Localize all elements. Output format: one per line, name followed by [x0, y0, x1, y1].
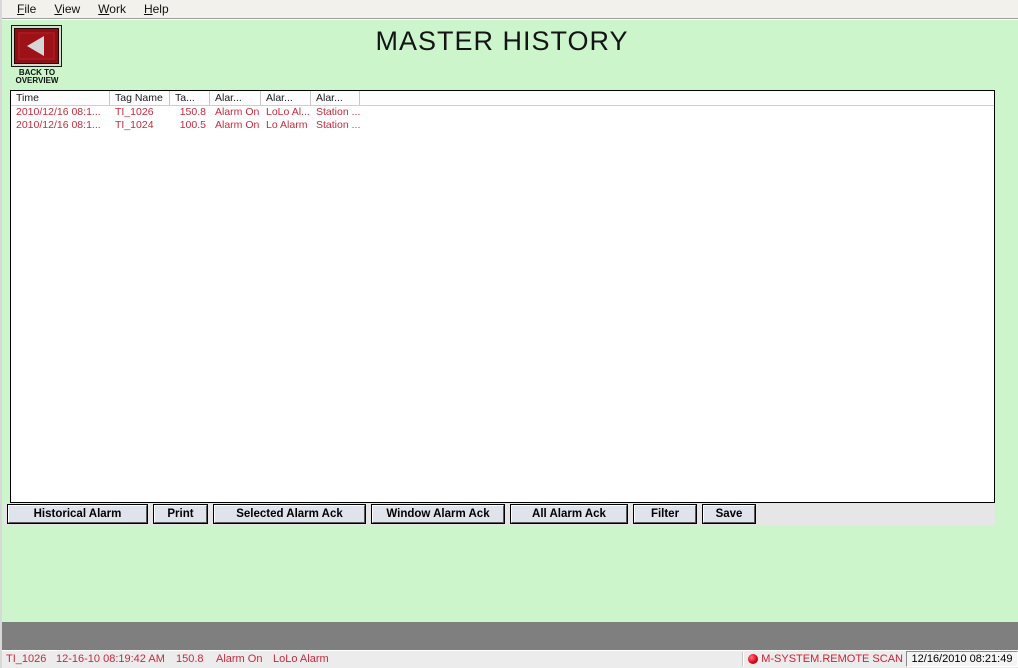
selected-alarm-ack-label: Selected Alarm Ack — [214, 505, 365, 523]
table-header-row: Time Tag Name Ta... Alar... Alar... Alar… — [11, 91, 994, 106]
menu-file[interactable]: File — [8, 1, 45, 18]
column-header-alarm-status[interactable]: Alar... — [210, 91, 261, 105]
menu-work[interactable]: Work — [89, 1, 135, 18]
back-arrow-icon — [27, 36, 44, 56]
back-label-line2: OVERVIEW — [4, 77, 70, 85]
clock-panel: 12/16/2010 08:21:49 — [906, 651, 1018, 667]
status-bar: TI_1026 12-16-10 08:19:42 AM 150.8 Alarm… — [2, 650, 1018, 668]
cell-alarm-status: Alarm On — [210, 119, 261, 132]
save-button[interactable]: Save — [702, 504, 756, 524]
column-header-tag-name[interactable]: Tag Name — [110, 91, 170, 105]
cell-time: 2010/12/16 08:1... — [11, 106, 110, 119]
table-row[interactable]: 2010/12/16 08:1... TI_1024 100.5 Alarm O… — [11, 119, 994, 132]
all-alarm-ack-label: All Alarm Ack — [511, 505, 627, 523]
column-header-filler — [360, 91, 994, 105]
menu-view-accel: V — [54, 2, 62, 16]
save-label: Save — [703, 505, 755, 523]
column-header-tag-value[interactable]: Ta... — [170, 91, 210, 105]
back-to-overview-label: BACK TO OVERVIEW — [4, 69, 70, 85]
gray-divider-band — [2, 622, 1018, 650]
master-history-window: File View Work Help BACK TO OVERVIEW MAS… — [0, 0, 1018, 668]
historical-alarm-label: Historical Alarm — [8, 505, 147, 523]
menu-work-rest: ork — [109, 2, 126, 16]
cell-alarm-station: Station ... — [311, 106, 360, 119]
page-title: MASTER HISTORY — [2, 26, 1002, 57]
status-alarm-datetime: 12-16-10 08:19:42 AM — [56, 653, 176, 665]
toolbar: Historical Alarm Print Selected Alarm Ac… — [4, 503, 995, 525]
window-alarm-ack-label: Window Alarm Ack — [372, 505, 504, 523]
menu-file-rest: ile — [24, 2, 36, 16]
menu-help-accel: H — [144, 2, 153, 16]
status-alarm-value: 150.8 — [176, 653, 216, 665]
filter-button[interactable]: Filter — [633, 504, 697, 524]
connection-led-icon — [748, 654, 758, 664]
column-header-time[interactable]: Time — [11, 91, 110, 105]
cell-time: 2010/12/16 08:1... — [11, 119, 110, 132]
cell-alarm-station: Station ... — [311, 119, 360, 132]
connection-status-text: M-SYSTEM.REMOTE SCAN — [761, 653, 903, 665]
filter-label: Filter — [634, 505, 696, 523]
menu-help-rest: elp — [153, 2, 169, 16]
historical-alarm-button[interactable]: Historical Alarm — [7, 504, 148, 524]
menu-help[interactable]: Help — [135, 1, 178, 18]
table-row[interactable]: 2010/12/16 08:1... TI_1026 150.8 Alarm O… — [11, 106, 994, 119]
cell-tag-name: TI_1024 — [110, 119, 170, 132]
status-separator — [742, 652, 743, 666]
status-bar-right: M-SYSTEM.REMOTE SCAN 12/16/2010 08:21:49 — [742, 650, 1018, 668]
all-alarm-ack-button[interactable]: All Alarm Ack — [510, 504, 628, 524]
status-alarm-tag: TI_1026 — [6, 653, 56, 665]
menu-work-accel: W — [98, 2, 109, 16]
window-alarm-ack-button[interactable]: Window Alarm Ack — [371, 504, 505, 524]
cell-alarm-type: LoLo Al... — [261, 106, 311, 119]
print-label: Print — [154, 505, 207, 523]
cell-tag-value: 150.8 — [170, 106, 210, 119]
cell-tag-value: 100.5 — [170, 119, 210, 132]
status-alarm-status: Alarm On — [216, 653, 273, 665]
cell-tag-name: TI_1026 — [110, 106, 170, 119]
print-button[interactable]: Print — [153, 504, 208, 524]
column-header-alarm-type[interactable]: Alar... — [261, 91, 311, 105]
cell-alarm-status: Alarm On — [210, 106, 261, 119]
column-header-alarm-station[interactable]: Alar... — [311, 91, 360, 105]
cell-alarm-type: Lo Alarm — [261, 119, 311, 132]
menu-view-rest: iew — [62, 2, 80, 16]
alarm-history-table: Time Tag Name Ta... Alar... Alar... Alar… — [10, 90, 995, 503]
menu-bar: File View Work Help — [2, 0, 1018, 19]
status-last-alarm: TI_1026 12-16-10 08:19:42 AM 150.8 Alarm… — [2, 653, 329, 665]
menu-view[interactable]: View — [45, 1, 89, 18]
status-alarm-type: LoLo Alarm — [273, 653, 329, 665]
selected-alarm-ack-button[interactable]: Selected Alarm Ack — [213, 504, 366, 524]
